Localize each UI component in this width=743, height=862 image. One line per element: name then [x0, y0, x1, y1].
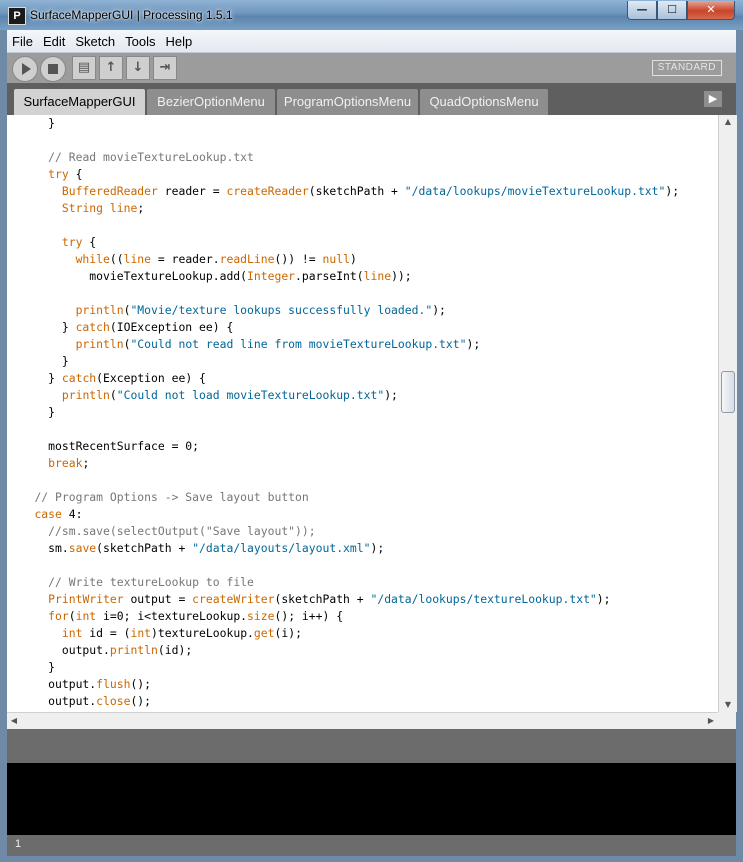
- maximize-button[interactable]: ☐: [657, 1, 687, 20]
- scroll-corner: [718, 712, 736, 729]
- menu-tools[interactable]: Tools: [120, 34, 160, 49]
- tab-quadoptionsmenu[interactable]: QuadOptionsMenu: [420, 89, 548, 115]
- stop-icon[interactable]: [40, 56, 66, 82]
- menu-help[interactable]: Help: [160, 34, 197, 49]
- code-line: String line;: [61, 201, 145, 215]
- console-area[interactable]: [7, 763, 736, 835]
- code-line: // Read movieTextureLookup.txt: [48, 150, 254, 164]
- code-line: } catch(Exception ee) {: [7, 371, 206, 385]
- code-text: } // Read movieTextureLookup.txt try { B…: [7, 115, 679, 710]
- code-line: } catch(IOException ee) {: [7, 320, 234, 334]
- code-line: mostRecentSurface = 0;: [7, 439, 200, 453]
- code-line: case 4:: [34, 507, 83, 521]
- menu-bar: File Edit Sketch Tools Help: [7, 30, 736, 53]
- processing-window: P SurfaceMapperGUI | Processing 1.5.1 — …: [0, 0, 743, 862]
- code-line: // Program Options -> Save layout button: [34, 490, 309, 504]
- code-line: println("Could not read line from movieT…: [75, 337, 481, 351]
- title-bar[interactable]: P SurfaceMapperGUI | Processing 1.5.1 — …: [0, 0, 743, 30]
- window-title: SurfaceMapperGUI | Processing 1.5.1: [30, 8, 233, 22]
- code-line: }: [7, 116, 56, 130]
- code-line: // Write textureLookup to file: [48, 575, 254, 589]
- code-line: sm.save(sketchPath + "/data/layouts/layo…: [7, 541, 385, 555]
- line-number: 1: [15, 838, 22, 850]
- mode-button[interactable]: STANDARD: [651, 60, 722, 76]
- menu-edit[interactable]: Edit: [38, 34, 70, 49]
- new-icon[interactable]: ▤: [72, 56, 96, 80]
- menu-file[interactable]: File: [7, 34, 38, 49]
- line-status-bar: 1: [7, 835, 736, 856]
- code-line: try {: [61, 235, 97, 249]
- code-line: for(int i=0; i<textureLookup.size(); i++…: [48, 609, 344, 623]
- processing-app-icon: P: [8, 7, 26, 25]
- scroll-right-icon[interactable]: ▶: [704, 713, 718, 729]
- scroll-up-icon[interactable]: ▲: [719, 115, 737, 129]
- code-line: //sm.save(selectOutput("Save layout"));: [48, 524, 316, 538]
- vertical-scroll-thumb[interactable]: [721, 371, 735, 413]
- code-line: BufferedReader reader = createReader(ske…: [61, 184, 680, 198]
- tab-menu-arrow-icon[interactable]: ▶: [704, 91, 722, 107]
- tab-programoptionsmenu[interactable]: ProgramOptionsMenu: [277, 89, 418, 115]
- horizontal-scrollbar[interactable]: ◀ ▶: [7, 712, 718, 729]
- scroll-down-icon[interactable]: ▼: [719, 698, 737, 712]
- message-area: [7, 729, 736, 763]
- save-icon[interactable]: ↓: [126, 56, 150, 80]
- vertical-scrollbar[interactable]: ▲ ▼: [718, 115, 737, 712]
- open-icon[interactable]: ↑: [99, 56, 123, 80]
- run-icon[interactable]: [12, 56, 38, 82]
- code-line: }: [7, 405, 56, 419]
- export-icon[interactable]: ⇥: [153, 56, 177, 80]
- code-line: while((line = reader.readLine()) != null…: [75, 252, 357, 266]
- code-line: output.flush();: [7, 677, 152, 691]
- code-line: break;: [48, 456, 90, 470]
- code-line: }: [7, 660, 56, 674]
- menu-sketch[interactable]: Sketch: [70, 34, 120, 49]
- code-line: output.close();: [7, 694, 152, 708]
- code-line: output.println(id);: [7, 643, 193, 657]
- code-line: println("Movie/texture lookups successfu…: [75, 303, 446, 317]
- window-controls: — ☐ ✕: [627, 1, 735, 20]
- tab-surfacemappergui[interactable]: SurfaceMapperGUI: [14, 89, 145, 115]
- scroll-left-icon[interactable]: ◀: [7, 713, 21, 729]
- code-line: movieTextureLookup.add(Integer.parseInt(…: [7, 269, 412, 283]
- toolbar: ▤ ↑ ↓ ⇥ STANDARD: [7, 53, 736, 83]
- tab-bar: SurfaceMapperGUI BezierOptionMenu Progra…: [7, 83, 736, 115]
- code-line: }: [7, 354, 69, 368]
- code-line: int id = (int)textureLookup.get(i);: [61, 626, 302, 640]
- minimize-button[interactable]: —: [627, 1, 657, 20]
- code-line: try {: [48, 167, 83, 181]
- code-line: PrintWriter output = createWriter(sketch…: [48, 592, 611, 606]
- close-button[interactable]: ✕: [687, 1, 735, 20]
- ide-frame: File Edit Sketch Tools Help ▤ ↑ ↓ ⇥ STAN…: [7, 30, 737, 856]
- code-editor[interactable]: } // Read movieTextureLookup.txt try { B…: [7, 115, 718, 712]
- code-line: println("Could not load movieTextureLook…: [61, 388, 398, 402]
- tab-bezieroptionmenu[interactable]: BezierOptionMenu: [147, 89, 275, 115]
